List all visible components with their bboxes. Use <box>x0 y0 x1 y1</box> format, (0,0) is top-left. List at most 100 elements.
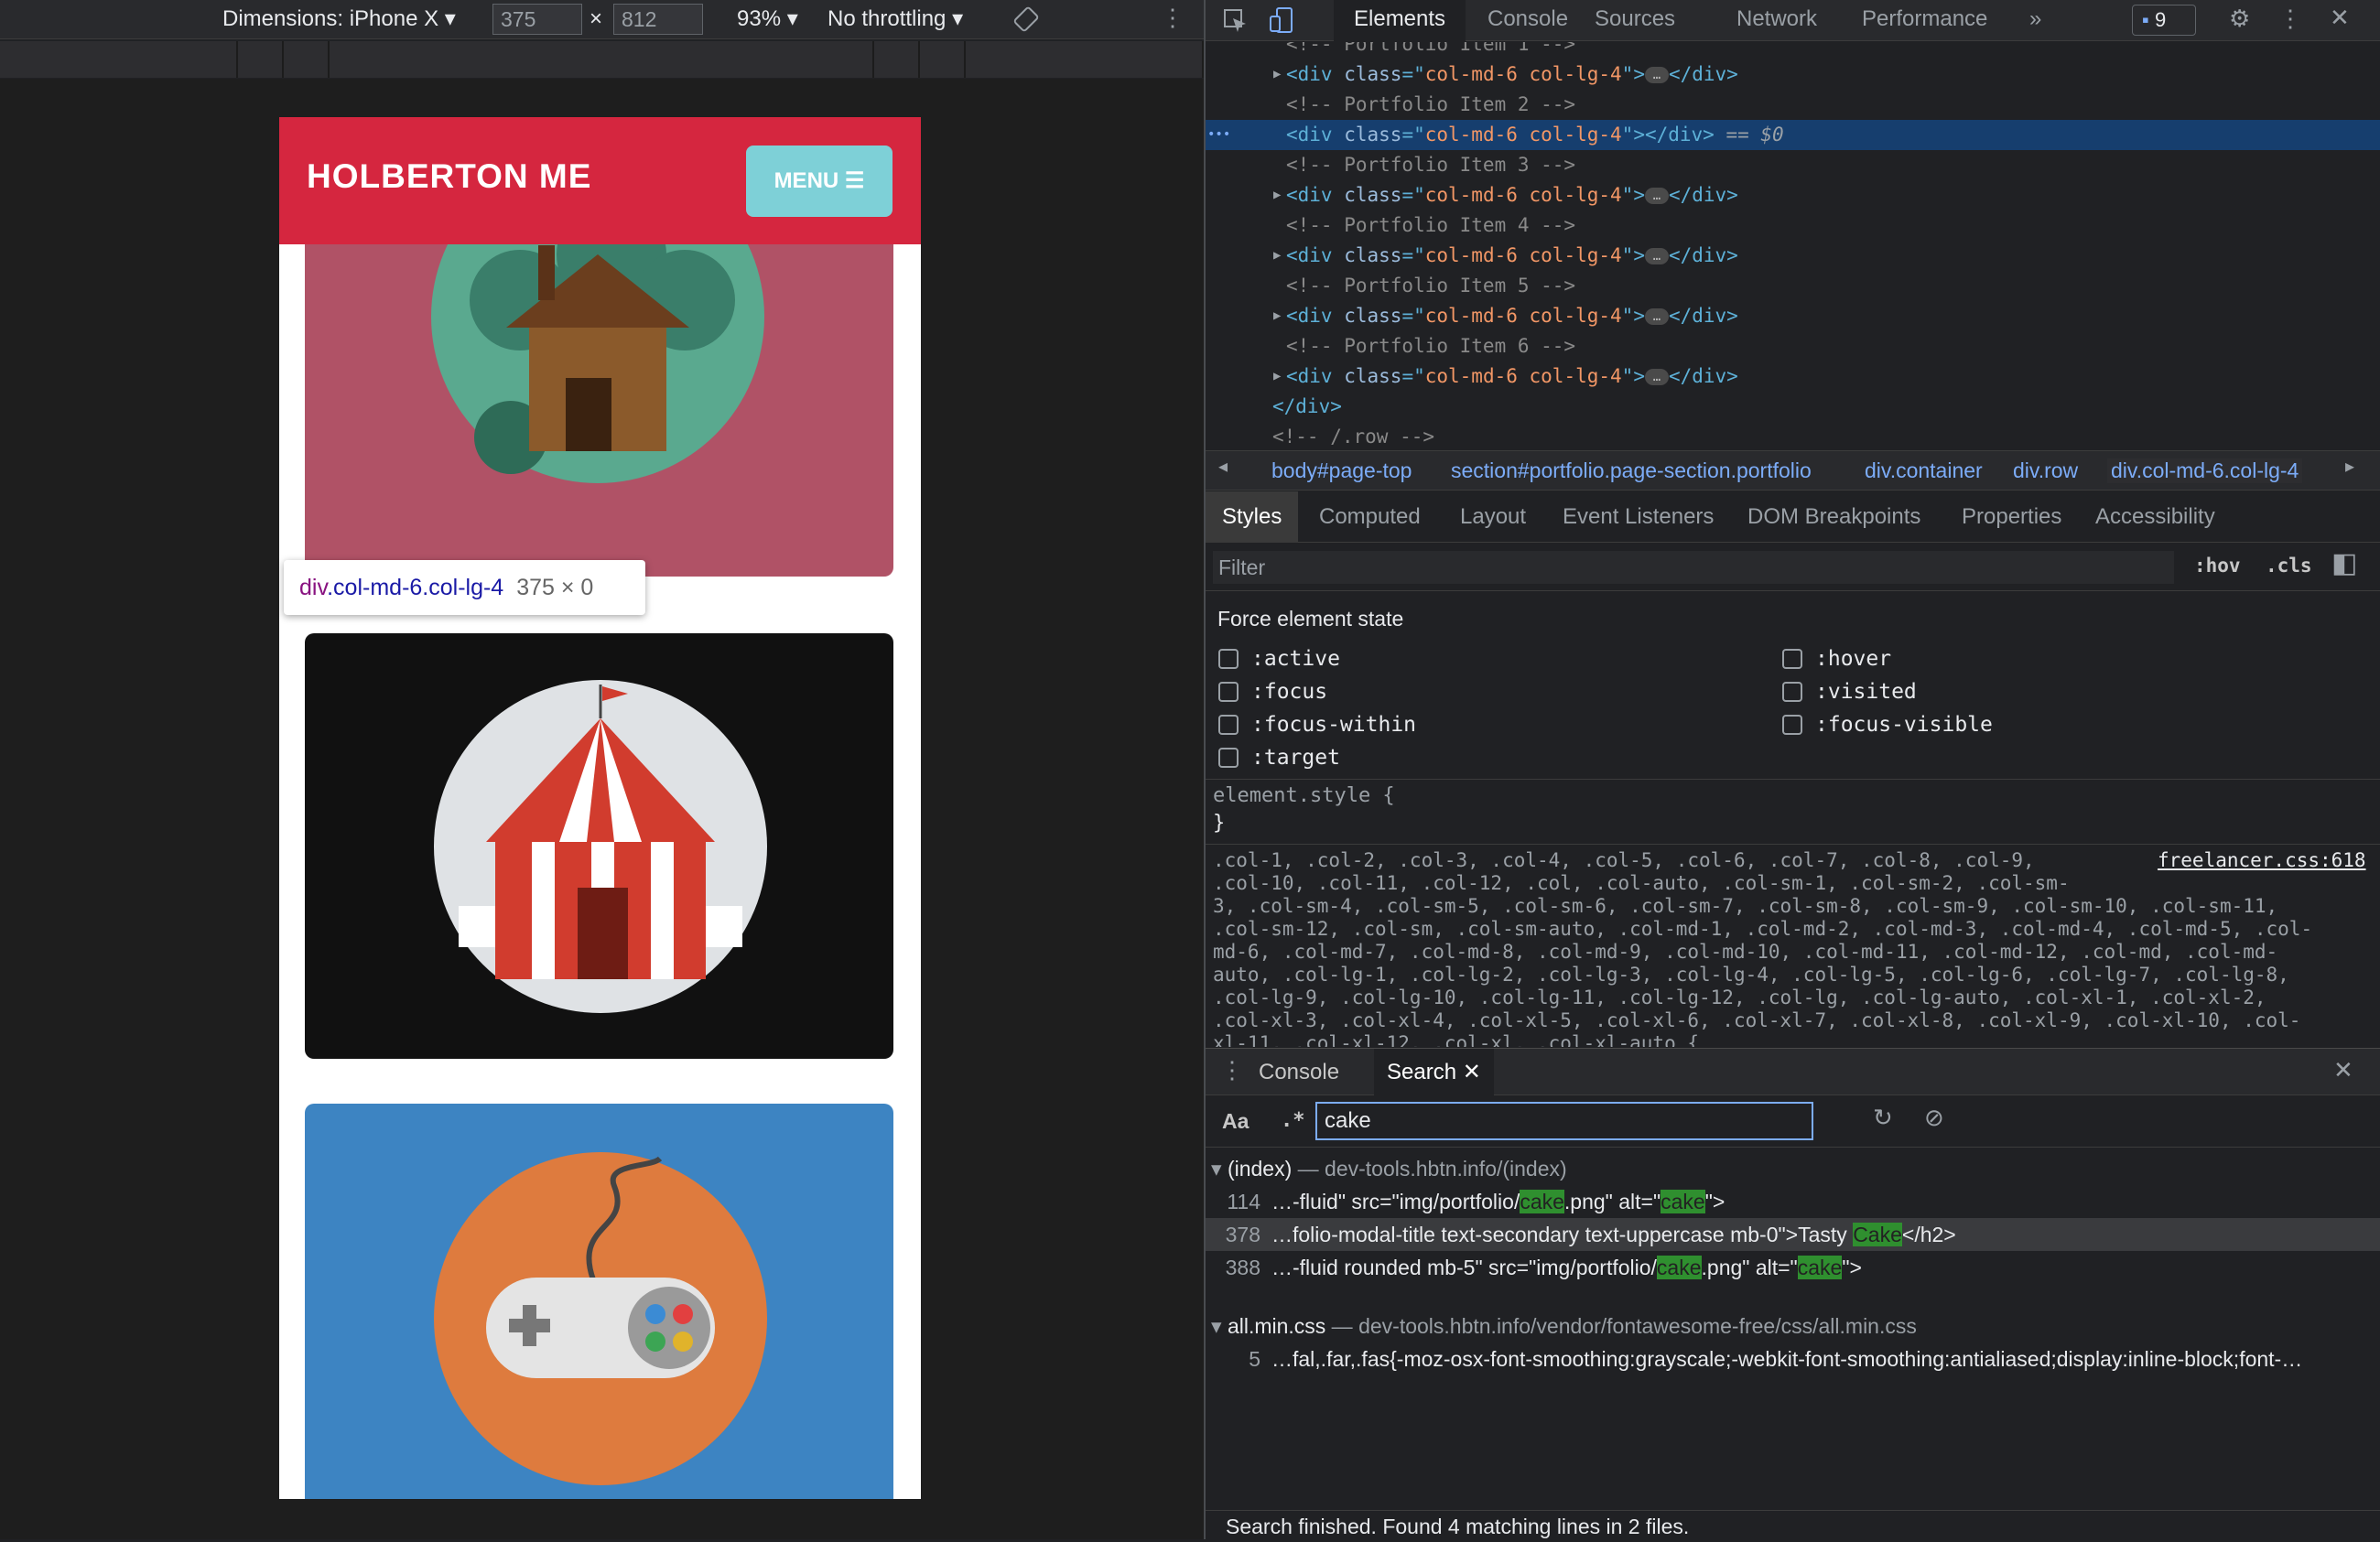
dom-node[interactable]: ▶ <div class="col-md-6 col-lg-4">… </div> <box>1206 180 2380 210</box>
close-devtools-icon[interactable]: ✕ <box>2330 4 2350 32</box>
more-tabs-button[interactable]: » <box>2029 0 2041 41</box>
checkbox-visited[interactable] <box>1782 682 1802 702</box>
dom-node[interactable]: <!-- /.row --> <box>1206 422 2380 449</box>
collapsed-children-icon[interactable]: … <box>1644 188 1669 204</box>
portfolio-item-cabin[interactable] <box>305 190 893 577</box>
result-file-header[interactable]: ▾ (index) — dev-tools.hbtn.info/(index) <box>1206 1152 2380 1185</box>
collapsed-children-icon[interactable]: … <box>1644 369 1669 385</box>
dom-node[interactable]: <!-- Portfolio Item 3 --> <box>1206 150 2380 180</box>
clear-search-icon[interactable]: ⊘ <box>1924 1104 1944 1132</box>
device-toolbar-toggle-icon[interactable] <box>1268 5 1295 35</box>
width-input[interactable]: 375 <box>492 4 582 35</box>
dimensions-dropdown[interactable]: Dimensions: iPhone X ▾ <box>222 5 456 32</box>
checkbox-focus[interactable] <box>1218 682 1239 702</box>
css-rule[interactable]: freelancer.css:618 .col-1, .col-2, .col-… <box>1206 846 2380 1047</box>
collapsed-children-icon[interactable]: … <box>1644 248 1669 264</box>
tab-sources[interactable]: Sources <box>1595 0 1675 41</box>
hov-toggle[interactable]: :hov <box>2194 555 2241 577</box>
refresh-search-icon[interactable]: ↻ <box>1873 1104 1893 1132</box>
regex-toggle[interactable]: .* <box>1281 1109 1305 1132</box>
media-segment[interactable] <box>966 41 1204 78</box>
dom-node[interactable]: <!-- Portfolio Item 4 --> <box>1206 210 2380 241</box>
media-segment[interactable] <box>330 41 874 78</box>
breadcrumb-item[interactable]: div.row <box>2013 458 2078 483</box>
checkbox-hover[interactable] <box>1782 649 1802 669</box>
tab-properties[interactable]: Properties <box>1962 491 2061 543</box>
rotate-icon[interactable] <box>1012 5 1040 33</box>
more-options-icon[interactable]: ⋮ <box>1161 4 1185 32</box>
media-segment[interactable] <box>284 41 330 78</box>
breadcrumb-item[interactable]: section#portfolio.page-section.portfolio <box>1451 458 1812 483</box>
drawer-tab-console[interactable]: Console <box>1259 1049 1339 1096</box>
expand-triangle-icon[interactable]: ▶ <box>1273 241 1281 271</box>
breadcrumb-item[interactable]: div.container <box>1865 458 1983 483</box>
dom-node[interactable]: ▶ <div class="col-md-6 col-lg-4">… </div> <box>1206 301 2380 331</box>
breadcrumb-item[interactable]: body#page-top <box>1271 458 1412 483</box>
breadcrumb-item[interactable]: div.col-md-6.col-lg-4 <box>2107 458 2303 483</box>
styles-filter-input[interactable]: Filter <box>1213 551 2174 584</box>
media-segment[interactable] <box>238 41 284 78</box>
media-segment[interactable] <box>874 41 920 78</box>
brand-logo[interactable]: HOLBERTON ME <box>307 157 591 196</box>
result-line[interactable]: 5 …fal,.far,.fas{-moz-osx-font-smoothing:… <box>1206 1343 2380 1375</box>
drawer-tab-search[interactable]: Search ✕ <box>1374 1049 1494 1096</box>
tab-computed[interactable]: Computed <box>1319 491 1421 543</box>
portfolio-item-circus[interactable] <box>305 633 893 1059</box>
match-case-toggle[interactable]: Aa <box>1222 1109 1249 1134</box>
close-drawer-icon[interactable]: ✕ <box>2333 1056 2353 1084</box>
tab-event-listeners[interactable]: Event Listeners <box>1563 491 1714 543</box>
node-ellipsis-icon[interactable]: ••• <box>1207 120 1230 150</box>
cls-toggle[interactable]: .cls <box>2266 555 2312 577</box>
tab-elements[interactable]: Elements <box>1334 0 1466 41</box>
zoom-dropdown[interactable]: 93% ▾ <box>737 5 798 32</box>
dom-node[interactable]: <!-- Portfolio Item 6 --> <box>1206 331 2380 361</box>
dom-node[interactable]: <!-- Portfolio Item 2 --> <box>1206 90 2380 120</box>
checkbox-focus-visible[interactable] <box>1782 715 1802 735</box>
element-style-rule[interactable]: element.style { } <box>1206 781 2380 845</box>
search-input[interactable]: cake <box>1315 1102 1813 1140</box>
checkbox-target[interactable] <box>1218 748 1239 768</box>
dom-node[interactable]: ▶ <div class="col-md-6 col-lg-4">… </div> <box>1206 59 2380 90</box>
dom-node[interactable]: ▶ <div class="col-md-6 col-lg-4">… </div> <box>1206 361 2380 392</box>
expand-triangle-icon[interactable]: ▶ <box>1273 180 1281 210</box>
expand-triangle-icon[interactable]: ▶ <box>1273 361 1281 392</box>
tab-layout[interactable]: Layout <box>1460 491 1526 543</box>
settings-gear-icon[interactable]: ⚙ <box>2229 5 2250 33</box>
result-line[interactable]: 388 …-fluid rounded mb-5" src="img/portfo… <box>1206 1251 2380 1284</box>
dom-node[interactable]: ▶ <div class="col-md-6 col-lg-4">… </div> <box>1206 241 2380 271</box>
media-query-bar[interactable] <box>0 41 1204 78</box>
breadcrumb-right-icon[interactable]: ▸ <box>2345 455 2354 478</box>
dom-node[interactable]: <!-- Portfolio Item 5 --> <box>1206 271 2380 301</box>
height-input[interactable]: 812 <box>613 4 703 35</box>
result-file-header[interactable]: ▾ all.min.css — dev-tools.hbtn.info/vend… <box>1206 1310 2380 1343</box>
inspect-element-icon[interactable] <box>1222 7 1250 35</box>
collapsed-children-icon[interactable]: … <box>1644 308 1669 325</box>
menu-button[interactable]: MENU ☰ <box>746 146 892 217</box>
expand-triangle-icon[interactable]: ▶ <box>1273 301 1281 331</box>
checkbox-active[interactable] <box>1218 649 1239 669</box>
breadcrumb-left-icon[interactable]: ◂ <box>1218 455 1228 478</box>
issues-badge[interactable]: ▪ 9 <box>2132 5 2196 36</box>
tab-performance[interactable]: Performance <box>1862 0 1987 41</box>
tab-console[interactable]: Console <box>1488 0 1568 41</box>
checkbox-focus-within[interactable] <box>1218 715 1239 735</box>
tab-dom-breakpoints[interactable]: DOM Breakpoints <box>1747 491 1920 543</box>
media-segment[interactable] <box>0 41 238 78</box>
expand-triangle-icon[interactable]: ▶ <box>1273 59 1281 90</box>
tab-styles[interactable]: Styles <box>1206 491 1299 543</box>
throttling-dropdown[interactable]: No throttling ▾ <box>828 5 963 32</box>
result-line[interactable]: 114 …-fluid" src="img/portfolio/cake.png"… <box>1206 1185 2380 1218</box>
collapsed-children-icon[interactable]: … <box>1644 67 1669 83</box>
dom-node-selected[interactable]: ••• <div class="col-md-6 col-lg-4"></div>… <box>1206 120 2380 150</box>
close-search-tab-icon[interactable]: ✕ <box>1463 1060 1481 1084</box>
dom-node[interactable]: </div> <box>1206 392 2380 422</box>
portfolio-item-game[interactable] <box>305 1104 893 1499</box>
tab-accessibility[interactable]: Accessibility <box>2095 491 2215 543</box>
dom-node[interactable]: <!-- Portfolio Item 1 --> <box>1206 42 2380 59</box>
drawer-menu-icon[interactable]: ⋮ <box>1220 1056 1244 1084</box>
result-line[interactable]: 378 …folio-modal-title text-secondary tex… <box>1206 1218 2380 1251</box>
media-segment[interactable] <box>920 41 966 78</box>
devtools-menu-icon[interactable]: ⋮ <box>2278 5 2302 33</box>
toggle-sidebar-icon[interactable]: ◧ <box>2331 547 2357 579</box>
tab-network[interactable]: Network <box>1736 0 1817 41</box>
